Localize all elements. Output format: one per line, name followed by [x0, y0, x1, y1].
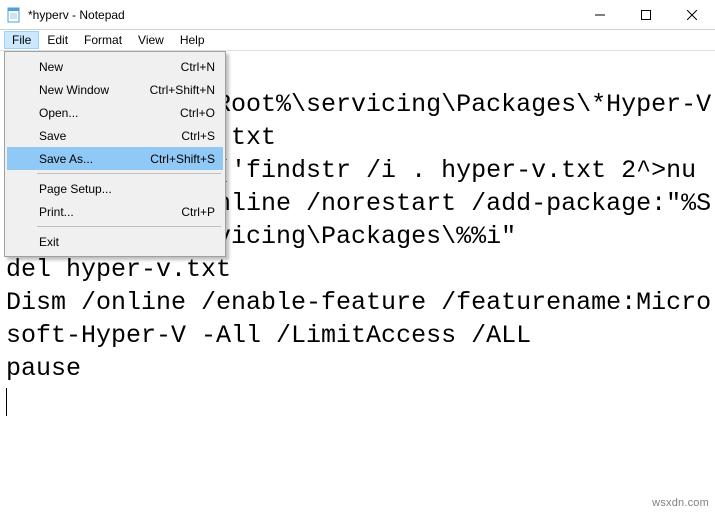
minimize-button[interactable]: [577, 0, 623, 30]
maximize-button[interactable]: [623, 0, 669, 30]
menu-item-shortcut: Ctrl+P: [181, 205, 215, 219]
menu-item-label: Save As...: [39, 152, 93, 166]
menu-item-print[interactable]: Print... Ctrl+P: [7, 200, 223, 223]
menu-item-label: Page Setup...: [39, 182, 112, 196]
menu-separator: [37, 226, 221, 227]
menu-item-exit[interactable]: Exit: [7, 230, 223, 253]
menu-help[interactable]: Help: [172, 31, 213, 49]
menu-item-shortcut: Ctrl+S: [181, 129, 215, 143]
menu-item-label: New Window: [39, 83, 109, 97]
title-bar: *hyperv - Notepad: [0, 0, 715, 30]
notepad-icon: [6, 7, 22, 23]
menu-item-shortcut: Ctrl+N: [181, 60, 215, 74]
text-caret: [6, 388, 7, 416]
menu-item-open[interactable]: Open... Ctrl+O: [7, 101, 223, 124]
menu-item-shortcut: Ctrl+Shift+N: [150, 83, 215, 97]
menu-item-new[interactable]: New Ctrl+N: [7, 55, 223, 78]
menu-item-shortcut: Ctrl+O: [180, 106, 215, 120]
menu-separator: [37, 173, 221, 174]
menu-item-shortcut: Ctrl+Shift+S: [150, 152, 215, 166]
file-menu-dropdown: New Ctrl+N New Window Ctrl+Shift+N Open.…: [4, 51, 226, 257]
menu-item-save[interactable]: Save Ctrl+S: [7, 124, 223, 147]
menu-bar: File Edit Format View Help: [0, 30, 715, 51]
menu-item-label: New: [39, 60, 63, 74]
menu-item-label: Exit: [39, 235, 59, 249]
close-button[interactable]: [669, 0, 715, 30]
menu-item-page-setup[interactable]: Page Setup...: [7, 177, 223, 200]
menu-item-label: Open...: [39, 106, 78, 120]
menu-file[interactable]: File: [4, 31, 39, 49]
watermark: wsxdn.com: [652, 497, 709, 509]
menu-edit[interactable]: Edit: [39, 31, 76, 49]
menu-item-save-as[interactable]: Save As... Ctrl+Shift+S: [7, 147, 223, 170]
menu-view[interactable]: View: [130, 31, 172, 49]
menu-item-label: Print...: [39, 205, 74, 219]
window-title: *hyperv - Notepad: [28, 8, 125, 22]
menu-format[interactable]: Format: [76, 31, 130, 49]
menu-item-label: Save: [39, 129, 66, 143]
menu-item-new-window[interactable]: New Window Ctrl+Shift+N: [7, 78, 223, 101]
window-controls: [577, 0, 715, 30]
